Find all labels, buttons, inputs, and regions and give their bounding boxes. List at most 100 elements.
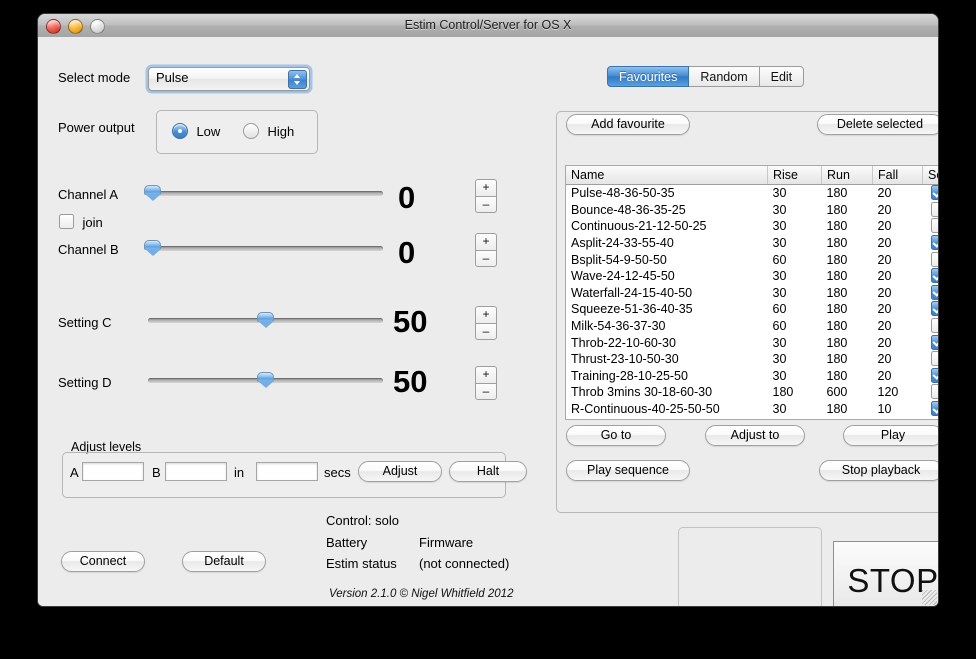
halt-button[interactable]: Halt: [449, 461, 527, 482]
adjust-a-input[interactable]: [82, 462, 144, 481]
table-row[interactable]: Bounce-48-36-35-25 30 180 20: [566, 201, 938, 219]
seq-checkbox-icon[interactable]: [930, 218, 938, 234]
radio-low[interactable]: Low: [172, 123, 220, 141]
seq-checkbox-icon[interactable]: [930, 185, 938, 201]
tab-random[interactable]: Random: [689, 66, 760, 87]
setting-c-thumb[interactable]: [257, 312, 274, 328]
seq-checkbox-icon[interactable]: [930, 334, 938, 350]
cell-seq[interactable]: [923, 235, 938, 252]
play-sequence-button[interactable]: Play sequence: [566, 460, 690, 481]
join-checkbox[interactable]: join: [59, 214, 103, 232]
table-row[interactable]: Throb 3mins 30-18-60-30 180 600 120: [566, 384, 938, 401]
seq-checkbox-icon[interactable]: [930, 235, 938, 251]
play-button[interactable]: Play: [843, 425, 938, 446]
setting-c-stepper[interactable]: + –: [475, 306, 497, 340]
cell-seq[interactable]: [923, 318, 938, 335]
seq-checkbox-icon[interactable]: [930, 351, 938, 367]
table-row[interactable]: Asplit-24-33-55-40 30 180 20: [566, 235, 938, 252]
table-row[interactable]: Pulse-48-36-50-35 30 180 20: [566, 185, 938, 202]
cell-fall: 20: [877, 368, 892, 383]
channel-b-stepper[interactable]: + –: [475, 233, 497, 267]
cell-seq[interactable]: [923, 284, 938, 302]
table-row[interactable]: Squeeze-51-36-40-35 60 180 20: [566, 301, 938, 318]
column-header-rise[interactable]: Rise: [767, 166, 822, 185]
cell-name: Throb 3mins 30-18-60-30: [571, 385, 713, 400]
tab-favourites[interactable]: Favourites: [607, 66, 690, 87]
table-row[interactable]: Wave-24-12-45-50 30 180 20: [566, 268, 938, 285]
seq-checkbox-icon[interactable]: [930, 284, 938, 300]
channel-b-slider[interactable]: [144, 240, 383, 256]
cell-rise: 30: [772, 269, 787, 284]
seq-checkbox-icon[interactable]: [930, 301, 938, 317]
add-favourite-button[interactable]: Add favourite: [566, 114, 690, 135]
channel-b-increment[interactable]: +: [475, 233, 497, 250]
table-row[interactable]: Training-28-10-25-50 30 180 20: [566, 367, 938, 385]
tab-edit[interactable]: Edit: [759, 66, 805, 87]
adjust-button[interactable]: Adjust: [358, 461, 442, 482]
cell-seq[interactable]: [923, 201, 938, 219]
channel-b-decrement[interactable]: –: [475, 250, 497, 267]
adjust-secs-input[interactable]: [256, 462, 318, 481]
cell-seq[interactable]: [923, 185, 938, 202]
goto-button[interactable]: Go to: [566, 425, 666, 446]
setting-c-decrement[interactable]: –: [475, 323, 497, 340]
cell-seq[interactable]: [923, 251, 938, 268]
channel-a-stepper[interactable]: + –: [475, 179, 497, 213]
mode-select[interactable]: Pulse: [148, 67, 310, 91]
connect-button[interactable]: Connect: [61, 551, 145, 572]
table-row[interactable]: Throb-22-10-60-30 30 180 20: [566, 334, 938, 351]
cell-seq[interactable]: [923, 367, 938, 385]
cell-seq[interactable]: [923, 268, 938, 285]
table-row[interactable]: R-Continuous-40-25-50-50 30 180 10: [566, 401, 938, 418]
cell-run: 180: [826, 269, 848, 284]
delete-selected-button[interactable]: Delete selected: [817, 114, 938, 135]
radio-high[interactable]: High: [243, 123, 294, 141]
setting-c-increment[interactable]: +: [475, 306, 497, 323]
column-header-seq[interactable]: Seq: [922, 166, 938, 185]
channel-a-slider[interactable]: [144, 185, 383, 201]
cell-seq[interactable]: [923, 351, 938, 368]
table-row[interactable]: Continuous-21-12-50-25 30 180 20: [566, 218, 938, 235]
cell-rise: 60: [772, 319, 787, 334]
column-header-name[interactable]: Name: [566, 166, 768, 185]
table-row[interactable]: Bsplit-54-9-50-50 60 180 20: [566, 251, 938, 268]
seq-checkbox-icon[interactable]: [930, 367, 938, 383]
setting-c-slider[interactable]: [148, 312, 383, 328]
seq-checkbox-icon[interactable]: [930, 401, 938, 417]
setting-d-increment[interactable]: +: [475, 366, 497, 383]
channel-b-thumb[interactable]: [144, 240, 162, 256]
cell-seq[interactable]: [923, 334, 938, 351]
adjust-to-button[interactable]: Adjust to: [705, 425, 805, 446]
channel-b-label: Channel B: [58, 242, 119, 257]
cell-seq[interactable]: [923, 384, 938, 401]
seq-checkbox-icon[interactable]: [930, 268, 938, 284]
stop-playback-button[interactable]: Stop playback: [819, 460, 938, 481]
adjust-b-input[interactable]: [165, 462, 227, 481]
setting-d-thumb[interactable]: [257, 372, 274, 388]
column-header-run[interactable]: Run: [821, 166, 873, 185]
channel-a-value: 0: [398, 180, 416, 215]
setting-d-slider[interactable]: [148, 372, 383, 388]
table-row[interactable]: Thrust-23-10-50-30 30 180 20: [566, 351, 938, 368]
table-row[interactable]: Waterfall-24-15-40-50 30 180 20: [566, 284, 938, 302]
channel-a-increment[interactable]: +: [475, 179, 497, 196]
setting-d-decrement[interactable]: –: [475, 383, 497, 400]
channel-b-value: 0: [398, 235, 416, 270]
seq-checkbox-icon[interactable]: [930, 201, 938, 217]
seq-checkbox-icon[interactable]: [930, 251, 938, 267]
table-row[interactable]: Milk-54-36-37-30 60 180 20: [566, 318, 938, 335]
cell-seq[interactable]: [923, 301, 938, 318]
channel-a-thumb[interactable]: [144, 185, 162, 201]
seq-checkbox-icon[interactable]: [930, 384, 938, 400]
setting-d-stepper[interactable]: + –: [475, 366, 497, 400]
favourites-table[interactable]: Name Rise Run Fall Seq Pulse-48-36-50-35…: [565, 165, 938, 420]
cell-seq[interactable]: [923, 401, 938, 418]
chevron-updown-icon: [288, 70, 307, 89]
title-bar[interactable]: Estim Control/Server for OS X: [38, 14, 938, 38]
resize-grip[interactable]: [922, 590, 937, 605]
column-header-fall[interactable]: Fall: [872, 166, 923, 185]
channel-a-decrement[interactable]: –: [475, 196, 497, 213]
default-button[interactable]: Default: [182, 551, 266, 572]
seq-checkbox-icon[interactable]: [930, 318, 938, 334]
cell-seq[interactable]: [923, 218, 938, 235]
